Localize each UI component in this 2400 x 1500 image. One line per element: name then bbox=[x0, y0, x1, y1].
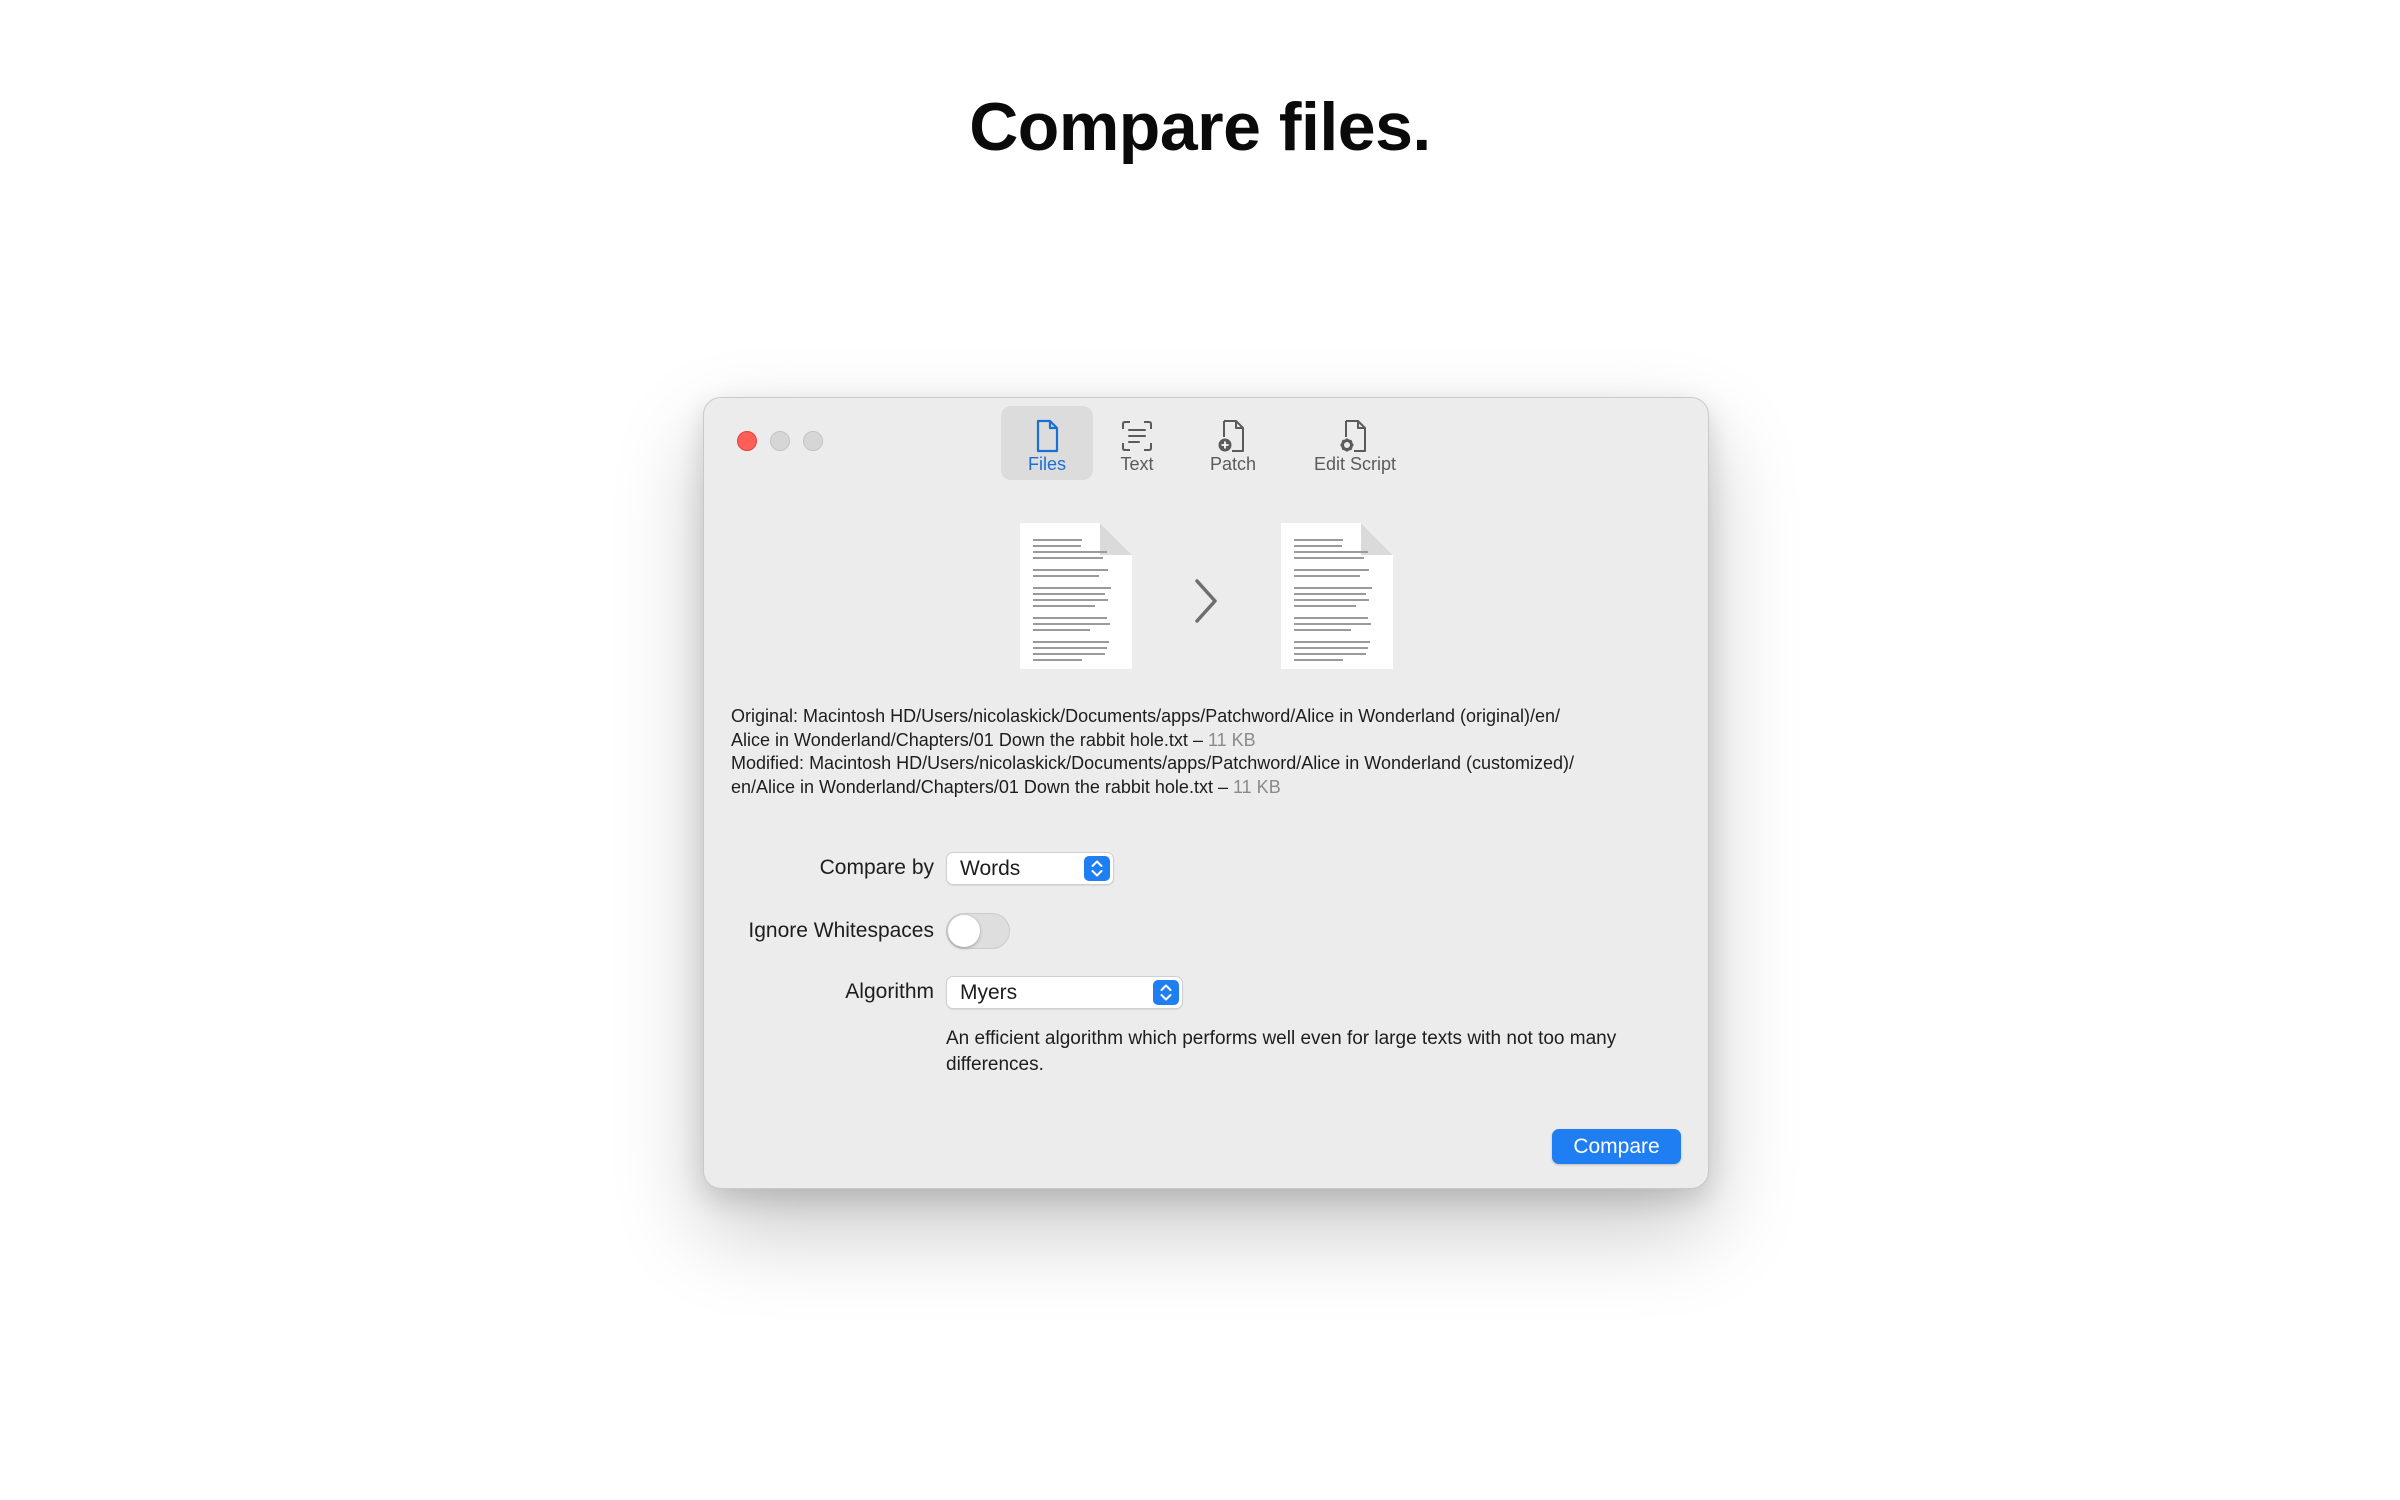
tab-text-label: Text bbox=[1120, 454, 1154, 474]
tab-edit-script[interactable]: Edit Script bbox=[1284, 406, 1426, 480]
algorithm-select[interactable]: Myers bbox=[946, 976, 1183, 1009]
tab-files[interactable]: Files bbox=[1001, 406, 1093, 480]
modified-file-icon[interactable] bbox=[1281, 523, 1393, 669]
tab-text[interactable]: Text bbox=[1094, 406, 1180, 480]
modified-path-line-1: Modified: Macintosh HD/Users/nicolaskick… bbox=[731, 753, 1575, 773]
document-plus-icon bbox=[1218, 420, 1244, 452]
compare-by-label: Compare by bbox=[819, 856, 934, 879]
algorithm-value: Myers bbox=[960, 981, 1018, 1004]
tab-edit-script-label: Edit Script bbox=[1313, 454, 1397, 474]
page-headline: Compare files. bbox=[969, 89, 1431, 165]
select-stepper-icon bbox=[1084, 856, 1110, 881]
algorithm-description: An efficient algorithm which performs we… bbox=[946, 1028, 1617, 1075]
modified-path-line-2: en/Alice in Wonderland/Chapters/01 Down … bbox=[731, 776, 1281, 797]
compare-button[interactable]: Compare bbox=[1552, 1129, 1681, 1164]
ignore-whitespaces-toggle[interactable] bbox=[946, 913, 1010, 949]
compare-by-select[interactable]: Words bbox=[946, 852, 1114, 885]
tab-patch-label: Patch bbox=[1209, 454, 1257, 474]
original-size: 11 KB bbox=[1207, 729, 1256, 750]
document-icon bbox=[1036, 419, 1059, 453]
toolbar: Files Text Patch Edit Script bbox=[704, 406, 1708, 480]
text-scan-icon bbox=[1122, 421, 1152, 451]
compare-window: Files Text Patch Edit Script Original: M… bbox=[703, 397, 1709, 1189]
modified-size: 11 KB bbox=[1233, 776, 1281, 797]
original-path-line-2: Alice in Wonderland/Chapters/01 Down the… bbox=[731, 729, 1256, 750]
tab-files-label: Files bbox=[1027, 454, 1066, 474]
compare-by-value: Words bbox=[960, 857, 1021, 880]
original-file-icon[interactable] bbox=[1020, 523, 1132, 669]
file-paths: Original: Macintosh HD/Users/nicolaskick… bbox=[731, 705, 1681, 799]
select-stepper-icon bbox=[1153, 980, 1179, 1005]
algorithm-label: Algorithm bbox=[845, 980, 934, 1003]
original-path-line-1: Original: Macintosh HD/Users/nicolaskick… bbox=[731, 706, 1561, 726]
tab-patch[interactable]: Patch bbox=[1185, 406, 1281, 480]
chevron-right-icon bbox=[1195, 579, 1217, 623]
toggle-knob bbox=[948, 915, 980, 947]
ignore-whitespaces-label: Ignore Whitespaces bbox=[748, 919, 934, 942]
document-gear-icon bbox=[1340, 420, 1366, 452]
